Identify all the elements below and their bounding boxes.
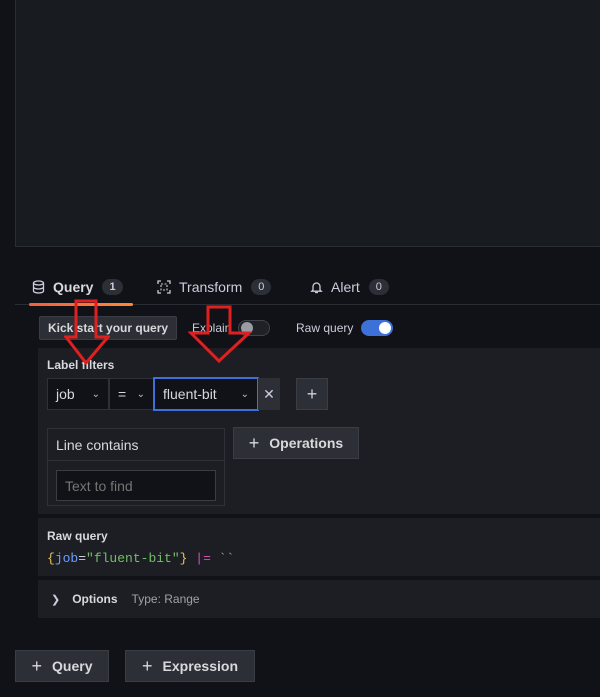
annotation-arrow [188,305,252,363]
add-expression-label: Expression [162,658,238,674]
tab-query-label: Query [53,279,94,295]
raw-query-label: Raw query [296,321,354,335]
tab-alert-label: Alert [331,279,360,295]
line-contains-input[interactable] [56,470,216,501]
raw-query-title: Raw query [47,529,108,543]
chevron-right-icon: ❯ [51,593,61,606]
tab-transform[interactable]: Transform 0 [157,270,272,304]
close-icon: ✕ [263,385,275,402]
plus-icon: + [31,655,43,676]
add-operations-button[interactable]: + Operations [233,427,359,459]
code-string: "fluent-bit" [86,551,180,566]
tab-transform-count: 0 [251,279,272,295]
value-select-value: fluent-bit [163,386,217,402]
tab-alert[interactable]: Alert 0 [310,270,389,304]
value-select[interactable]: fluent-bit ⌄ [153,377,259,411]
annotation-arrow [64,299,110,365]
raw-query-section: Raw query {job="fluent-bit"} |= `` [38,518,600,576]
query-editor-toolbar: Kick start your query Explain Raw query [38,313,600,343]
panel-preview [15,0,600,247]
code-key: job [54,551,79,566]
code-operator: |= [195,551,211,566]
line-contains-title: Line contains [48,429,224,461]
operator-select[interactable]: = ⌄ [109,378,154,410]
code-brace: { [47,551,55,566]
operations-label: Operations [269,435,344,451]
options-type: Type: Range [131,592,200,606]
options-row[interactable]: ❯ Options Type: Range [38,580,600,618]
chevron-down-icon: ⌄ [91,388,100,400]
plus-icon: + [248,432,260,453]
tab-alert-count: 0 [368,279,389,295]
add-query-button[interactable]: + Query [15,650,109,682]
chevron-down-icon: ⌄ [240,388,249,400]
code-brace: } [179,551,188,566]
plus-icon: + [142,655,153,676]
label-select[interactable]: job ⌄ [47,378,109,410]
raw-query-code: {job="fluent-bit"} |= `` [47,551,234,566]
raw-query-toggle[interactable] [361,320,393,336]
label-filters-section: Label filters job ⌄ = ⌄ fluent-bit ⌄ ✕ +… [38,348,600,514]
add-expression-button[interactable]: + Expression [125,650,255,682]
tab-transform-label: Transform [179,279,243,295]
add-query-label: Query [52,658,93,674]
toggle-knob [379,322,391,334]
operator-select-value: = [118,386,127,402]
options-label: Options [72,592,118,606]
code-eq: = [78,551,87,566]
line-contains-operation: Line contains [47,428,225,506]
chevron-down-icon: ⌄ [136,388,145,400]
label-select-value: job [56,386,75,402]
transform-icon [157,280,171,294]
remove-filter-button[interactable]: ✕ [258,378,280,410]
tab-query-count: 1 [102,279,123,295]
plus-icon: + [306,383,318,404]
add-filter-button[interactable]: + [296,378,328,410]
bell-icon [310,282,323,294]
code-pipe-value: `` [218,551,235,566]
database-icon [32,280,45,294]
